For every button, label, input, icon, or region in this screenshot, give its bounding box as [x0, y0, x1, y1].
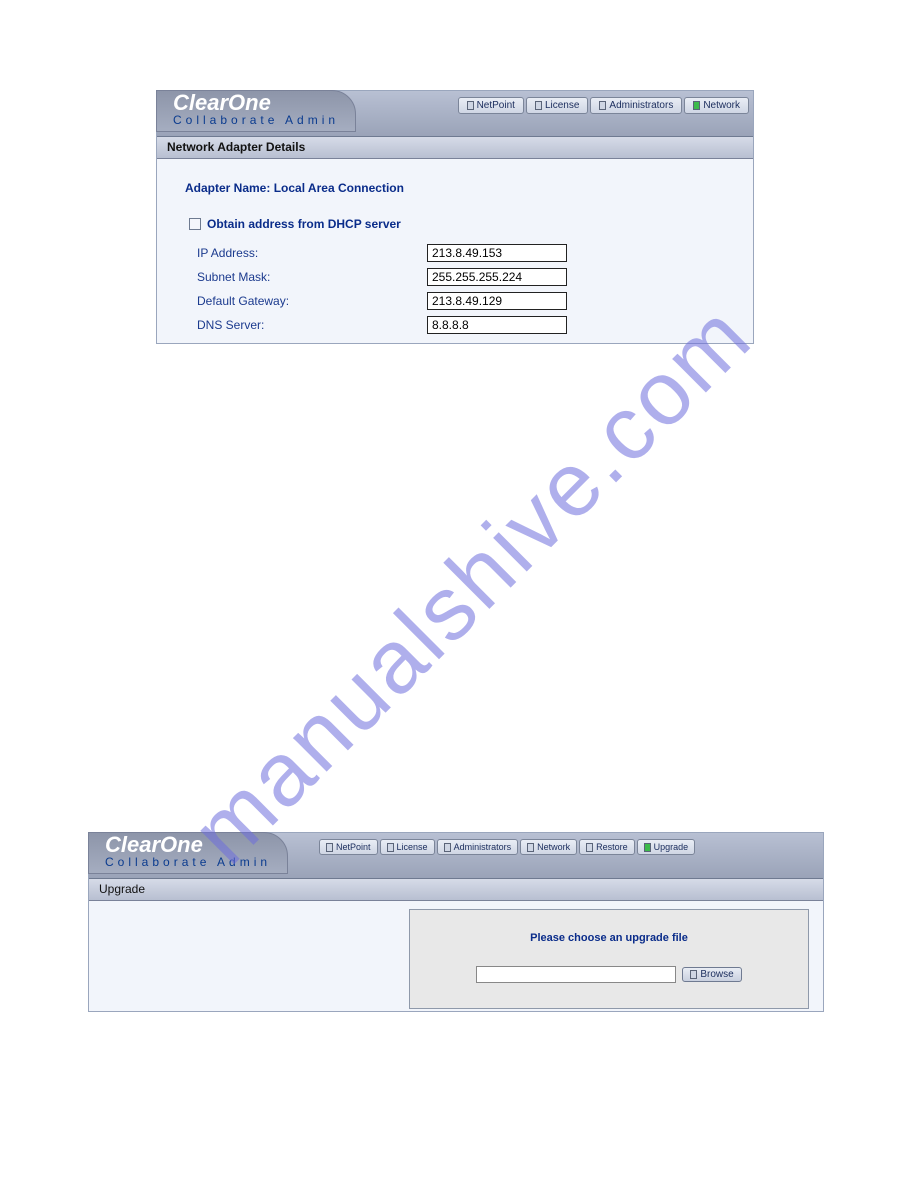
dns-input[interactable]: [427, 316, 567, 334]
mask-row: Subnet Mask:: [197, 265, 733, 289]
tabs-bar: NetPoint License Administrators Network …: [319, 839, 695, 855]
dhcp-row: Obtain address from DHCP server: [189, 217, 733, 231]
tab-icon: [467, 101, 474, 110]
browse-label: Browse: [700, 969, 733, 980]
tab-network[interactable]: Network: [520, 839, 577, 855]
upgrade-content: Please choose an upgrade file Browse: [89, 903, 823, 1011]
brand-tab: ClearOne Collaborate Admin: [88, 832, 288, 874]
tab-label: Restore: [596, 842, 628, 852]
tabs-bar: NetPoint License Administrators Network: [458, 97, 749, 114]
dhcp-label: Obtain address from DHCP server: [207, 217, 401, 231]
tab-administrators[interactable]: Administrators: [437, 839, 519, 855]
tab-label: Network: [537, 842, 570, 852]
tab-label: Network: [703, 100, 740, 111]
tab-label: License: [545, 100, 579, 111]
tab-icon: [644, 843, 651, 852]
browse-icon: [690, 970, 697, 979]
upgrade-message: Please choose an upgrade file: [410, 932, 808, 944]
ip-input[interactable]: [427, 244, 567, 262]
adapter-name-line: Adapter Name: Local Area Connection: [185, 181, 733, 195]
upgrade-file-input[interactable]: [476, 966, 676, 983]
brand-tab: ClearOne Collaborate Admin: [156, 90, 356, 132]
browse-button[interactable]: Browse: [682, 967, 741, 982]
gateway-row: Default Gateway:: [197, 289, 733, 313]
tab-label: License: [397, 842, 428, 852]
tab-label: NetPoint: [477, 100, 515, 111]
mask-input[interactable]: [427, 268, 567, 286]
tab-upgrade[interactable]: Upgrade: [637, 839, 696, 855]
adapter-name-value: Local Area Connection: [274, 181, 404, 195]
tab-license[interactable]: License: [380, 839, 435, 855]
network-panel: ClearOne Collaborate Admin NetPoint Lice…: [156, 90, 754, 344]
tab-icon: [693, 101, 700, 110]
tab-netpoint[interactable]: NetPoint: [319, 839, 378, 855]
tab-icon: [387, 843, 394, 852]
brand-subtitle: Collaborate Admin: [173, 113, 339, 127]
tab-label: Administrators: [609, 100, 673, 111]
dns-row: DNS Server:: [197, 313, 733, 337]
header-bar: ClearOne Collaborate Admin NetPoint Lice…: [157, 91, 753, 137]
brand-logo: ClearOne: [105, 835, 271, 855]
upgrade-panel: ClearOne Collaborate Admin NetPoint Lice…: [88, 832, 824, 1012]
panel-title: Network Adapter Details: [157, 137, 753, 159]
tab-icon: [599, 101, 606, 110]
ip-label: IP Address:: [197, 246, 427, 260]
network-content: Adapter Name: Local Area Connection Obta…: [157, 161, 753, 343]
mask-label: Subnet Mask:: [197, 270, 427, 284]
ip-row: IP Address:: [197, 241, 733, 265]
brand-subtitle: Collaborate Admin: [105, 855, 271, 869]
tab-icon: [586, 843, 593, 852]
upgrade-box: Please choose an upgrade file Browse: [409, 909, 809, 1009]
tab-netpoint[interactable]: NetPoint: [458, 97, 524, 114]
gateway-label: Default Gateway:: [197, 294, 427, 308]
tab-administrators[interactable]: Administrators: [590, 97, 682, 114]
tab-icon: [444, 843, 451, 852]
tab-restore[interactable]: Restore: [579, 839, 635, 855]
panel-title: Upgrade: [89, 879, 823, 901]
tab-network[interactable]: Network: [684, 97, 749, 114]
tab-icon: [535, 101, 542, 110]
gateway-input[interactable]: [427, 292, 567, 310]
dns-label: DNS Server:: [197, 318, 427, 332]
tab-icon: [527, 843, 534, 852]
brand-logo: ClearOne: [173, 93, 339, 113]
adapter-name-label: Adapter Name:: [185, 181, 270, 195]
tab-label: Upgrade: [654, 842, 689, 852]
tab-license[interactable]: License: [526, 97, 588, 114]
file-row: Browse: [410, 966, 808, 983]
dhcp-checkbox[interactable]: [189, 218, 201, 230]
tab-icon: [326, 843, 333, 852]
tab-label: Administrators: [454, 842, 512, 852]
tab-label: NetPoint: [336, 842, 371, 852]
header-bar: ClearOne Collaborate Admin NetPoint Lice…: [89, 833, 823, 879]
